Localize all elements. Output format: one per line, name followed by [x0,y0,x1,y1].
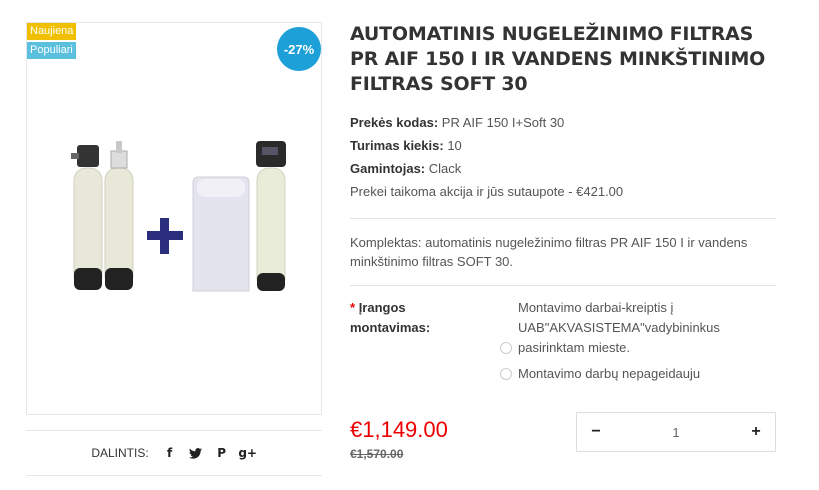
installation-choice-1[interactable]: Montavimo darbai-kreiptis į UAB"AKVASIST… [500,298,730,358]
divider [350,285,776,286]
google-plus-icon[interactable]: g+ [238,444,257,462]
radio-button[interactable] [500,342,512,354]
installation-label: * Įrangos montavimas: [350,300,431,335]
product-description: Komplektas: automatinis nugeležinimo fil… [350,235,748,269]
badge-popular: Populiari [27,42,76,59]
old-price: €1,570.00 [350,447,404,461]
pinterest-icon[interactable]: P [213,444,231,462]
product-meta: Prekės kodas: PR AIF 150 I+Soft 30 Turim… [350,111,776,203]
choice-label: Montavimo darbai-kreiptis į UAB"AKVASIST… [518,300,720,355]
code-value: PR AIF 150 I+Soft 30 [441,115,565,130]
product-title: AUTOMATINIS NUGELEŽINIMO FILTRAS PR AIF … [350,23,766,95]
current-price: €1,149.00 [350,417,448,442]
product-image-box[interactable]: Naujiena Populiari -27% [26,22,322,415]
required-mark: * [350,300,356,315]
product-image [71,141,286,292]
twitter-icon[interactable] [187,444,205,462]
quantity-minus-button[interactable]: − [589,423,603,441]
code-label: Prekės kodas: [350,115,439,130]
discount-badge: -27% [277,27,321,71]
installation-option: * Įrangos montavimas: Montavimo darbai-k… [350,298,776,398]
quantity-value[interactable]: 1 [672,425,679,440]
radio-button[interactable] [500,368,512,380]
facebook-icon[interactable]: f [161,444,179,462]
product-info: AUTOMATINIS NUGELEŽINIMO FILTRAS PR AIF … [350,22,776,286]
stock-label: Turimas kiekis: [350,138,444,153]
maker-value: Clack [428,161,462,176]
choice-label: Montavimo darbų nepageidauju [518,366,701,381]
promo-text: Prekei taikoma akcija ir jūs sutaupote -… [350,184,624,199]
quantity-plus-button[interactable]: + [749,423,763,441]
maker-label: Gamintojas: [350,161,426,176]
installation-choice-2[interactable]: Montavimo darbų nepageidauju [500,364,700,384]
badge-new: Naujiena [27,23,77,40]
quantity-stepper: − 1 + [576,412,776,452]
stock-value: 10 [447,138,462,153]
share-label: DALINTIS: [91,446,149,460]
share-bar: DALINTIS: f P g+ [26,430,322,476]
